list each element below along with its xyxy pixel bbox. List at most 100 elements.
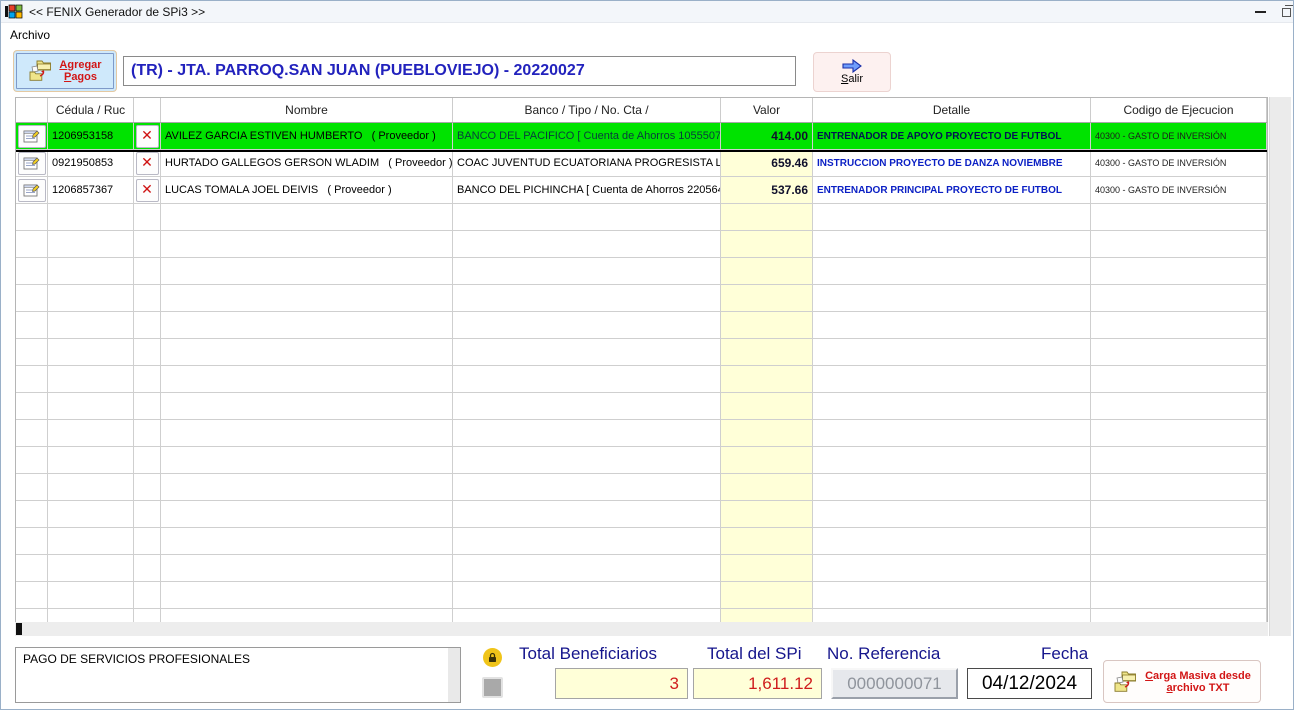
empty-cell	[161, 474, 453, 500]
empty-cell	[134, 366, 161, 392]
empty-cell	[134, 420, 161, 446]
cell-nombre: AVILEZ GARCIA ESTIVEN HUMBERTO ( Proveed…	[161, 123, 453, 149]
empty-cell	[161, 501, 453, 527]
empty-cell	[161, 339, 453, 365]
edit-form-icon	[23, 129, 40, 144]
grid-horizontal-scrollbar[interactable]	[15, 622, 1268, 636]
empty-cell	[16, 609, 48, 623]
empty-cell	[16, 258, 48, 284]
grid-vertical-scrollbar[interactable]	[1269, 97, 1291, 636]
empty-cell	[1091, 393, 1267, 419]
empty-cell	[16, 393, 48, 419]
empty-cell	[453, 393, 721, 419]
empty-cell	[721, 447, 813, 473]
empty-cell	[721, 312, 813, 338]
empty-cell	[134, 258, 161, 284]
salir-button[interactable]: Salir	[813, 52, 891, 92]
empty-cell	[161, 258, 453, 284]
menu-archivo[interactable]: Archivo	[1, 26, 59, 44]
empty-cell	[134, 501, 161, 527]
empty-cell	[161, 366, 453, 392]
empty-cell	[1091, 339, 1267, 365]
empty-cell	[16, 555, 48, 581]
empty-cell	[1091, 312, 1267, 338]
empty-cell	[453, 258, 721, 284]
payment-row[interactable]: 1206857367 ✕ LUCAS TOMALA JOEL DEIVIS ( …	[16, 177, 1267, 204]
empty-cell	[453, 204, 721, 230]
maximize-button[interactable]	[1277, 1, 1294, 23]
empty-cell	[134, 204, 161, 230]
fecha-input[interactable]	[967, 668, 1092, 699]
empty-cell	[813, 285, 1091, 311]
empty-cell	[161, 609, 453, 623]
empty-cell	[1091, 231, 1267, 257]
empty-cell	[48, 474, 134, 500]
empty-cell	[48, 555, 134, 581]
agregar-pagos-button[interactable]: Agregar Pagos	[13, 50, 117, 92]
cell-codigo: 40300 - GASTO DE INVERSIÓN	[1091, 150, 1267, 176]
empty-cell	[813, 501, 1091, 527]
empty-cell	[813, 393, 1091, 419]
payment-row[interactable]: 1206953158 ✕ AVILEZ GARCIA ESTIVEN HUMBE…	[16, 123, 1267, 150]
empty-cell	[1091, 474, 1267, 500]
cell-detalle: ENTRENADOR DE APOYO PROYECTO DE FUTBOL	[813, 123, 1091, 149]
cell-detalle: ENTRENADOR PRINCIPAL PROYECTO DE FUTBOL	[813, 177, 1091, 203]
carga-masiva-label: Carga Masiva desde archivo TXT	[1145, 670, 1251, 694]
empty-cell	[16, 501, 48, 527]
empty-grid-row	[16, 285, 1267, 312]
cell-nombre: LUCAS TOMALA JOEL DEIVIS ( Proveedor )	[161, 177, 453, 203]
empty-cell	[48, 501, 134, 527]
header-delete-col	[134, 98, 161, 122]
empty-grid-row	[16, 366, 1267, 393]
titlebar: << FENIX Generador de SPi3 >>	[1, 1, 1294, 23]
cell-cedula: 0921950853	[48, 150, 134, 176]
empty-cell	[134, 555, 161, 581]
total-spi-label: Total del SPi	[707, 644, 802, 664]
edit-payment-button[interactable]	[18, 152, 46, 175]
gray-square-button[interactable]	[482, 677, 503, 698]
empty-cell	[813, 420, 1091, 446]
empty-cell	[48, 339, 134, 365]
restore-icon	[1282, 8, 1291, 17]
empty-cell	[48, 231, 134, 257]
carga-masiva-button[interactable]: Carga Masiva desde archivo TXT	[1103, 660, 1261, 703]
edit-form-icon	[23, 183, 40, 198]
empty-grid-row	[16, 258, 1267, 285]
payment-row[interactable]: 0921950853 ✕ HURTADO GALLEGOS GERSON WLA…	[16, 150, 1267, 177]
empty-cell	[161, 312, 453, 338]
minimize-icon	[1255, 11, 1266, 13]
spi-title-field[interactable]	[123, 56, 796, 86]
empty-cell	[48, 366, 134, 392]
empty-cell	[813, 339, 1091, 365]
cell-valor: 414.00	[721, 123, 813, 149]
empty-cell	[453, 474, 721, 500]
empty-cell	[1091, 258, 1267, 284]
horizontal-scrollbar-thumb[interactable]	[16, 623, 22, 635]
edit-payment-button[interactable]	[18, 179, 46, 202]
edit-payment-button[interactable]	[18, 125, 46, 148]
empty-cell	[134, 474, 161, 500]
empty-cell	[134, 609, 161, 623]
empty-grid-row	[16, 528, 1267, 555]
cell-banco: BANCO DEL PACIFICO [ Cuenta de Ahorros 1…	[453, 123, 721, 149]
cell-detalle: INSTRUCCION PROYECTO DE DANZA NOVIEMBRE	[813, 150, 1091, 176]
salir-label: Salir	[841, 73, 863, 85]
empty-cell	[48, 420, 134, 446]
empty-cell	[134, 393, 161, 419]
empty-cell	[453, 312, 721, 338]
empty-cell	[161, 204, 453, 230]
empty-cell	[161, 231, 453, 257]
empty-grid-row	[16, 609, 1267, 623]
empty-cell	[721, 258, 813, 284]
empty-cell	[453, 447, 721, 473]
delete-payment-button[interactable]: ✕	[136, 152, 159, 175]
empty-grid-row	[16, 339, 1267, 366]
minimize-button[interactable]	[1243, 1, 1277, 23]
grid-header: Cédula / Ruc Nombre Banco / Tipo / No. C…	[16, 98, 1267, 123]
delete-payment-button[interactable]: ✕	[136, 179, 159, 202]
header-detalle: Detalle	[813, 98, 1091, 122]
delete-payment-button[interactable]: ✕	[136, 125, 159, 148]
empty-cell	[134, 312, 161, 338]
concepto-textarea[interactable]: PAGO DE SERVICIOS PROFESIONALES	[15, 647, 461, 703]
empty-cell	[813, 312, 1091, 338]
